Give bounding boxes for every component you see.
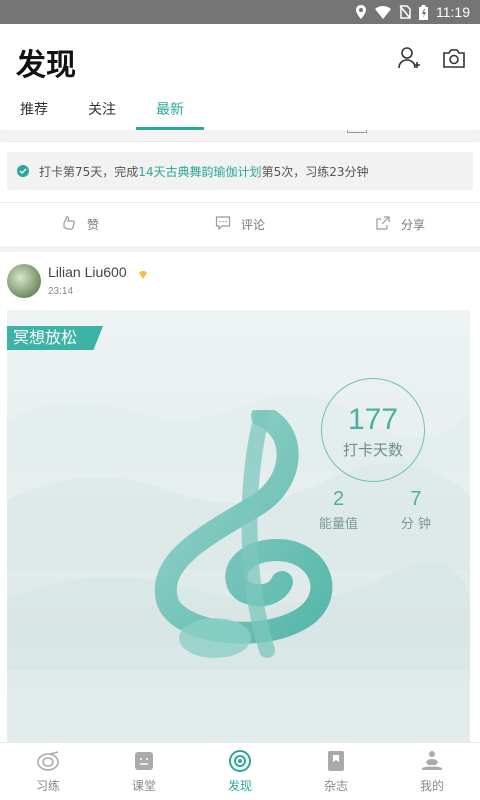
checkin-text-1: 打卡第75天，完成 [39, 164, 139, 179]
feed-post: Lilian Liu600 23:14 冥想放松 177 打卡天数 2 能量值 … [0, 252, 480, 742]
like-icon [61, 215, 77, 234]
energy-label: 能量值 [319, 517, 359, 532]
post-image[interactable]: 冥想放松 177 打卡天数 2 能量值 7 分 钟 [7, 310, 470, 742]
energy-stat: 2 能量值 [319, 488, 358, 532]
checkin-days-label: 打卡天数 [342, 441, 403, 459]
nav-profile-label: 我的 [419, 779, 444, 793]
nav-discover-label: 发现 [227, 779, 252, 793]
camera-icon[interactable] [440, 44, 468, 72]
vip-icon [138, 267, 148, 279]
share-button[interactable]: 分享 [320, 203, 480, 246]
nav-profile[interactable]: 我的 [384, 743, 480, 800]
add-friend-icon[interactable] [396, 44, 424, 72]
check-icon [17, 165, 29, 177]
post-actions: 赞 评论 分享 [0, 202, 480, 246]
checkin-plan-link[interactable]: 14天古典舞韵瑜伽计划 [138, 163, 261, 180]
like-label: 赞 [86, 218, 99, 232]
nav-practice-label: 习练 [35, 779, 60, 793]
practice-icon [36, 749, 60, 773]
tab-latest[interactable]: 最新 [136, 92, 204, 130]
nav-classroom[interactable]: 课堂 [96, 743, 192, 800]
comment-icon [215, 215, 231, 234]
minutes-stat: 7 分 钟 [401, 488, 431, 532]
share-label: 分享 [400, 218, 425, 232]
header: 发现 [0, 24, 480, 92]
tab-following[interactable]: 关注 [68, 92, 136, 130]
nav-magazine[interactable]: 杂志 [288, 743, 384, 800]
category-ribbon: 冥想放松 [7, 326, 104, 350]
minutes-label: 分 钟 [400, 517, 431, 532]
clock-time: 11:19 [436, 4, 470, 20]
energy-value: 2 [332, 488, 345, 510]
checkin-summary[interactable]: 打卡第75天，完成 14天古典舞韵瑜伽计划 第5次，习练23分钟 [7, 152, 473, 190]
avatar[interactable] [7, 264, 41, 298]
sub-stats: 2 能量值 7 分 钟 [319, 488, 431, 532]
comment-label: 评论 [240, 218, 265, 232]
location-icon [355, 5, 367, 19]
nav-magazine-label: 杂志 [323, 779, 348, 793]
checkin-post: 打卡第75天，完成 14天古典舞韵瑜伽计划 第5次，习练23分钟 赞 评论 分享 [0, 142, 480, 246]
comment-button[interactable]: 评论 [160, 203, 320, 246]
feed[interactable]: 打卡第75天，完成 14天古典舞韵瑜伽计划 第5次，习练23分钟 赞 评论 分享… [0, 130, 480, 742]
wifi-icon [375, 5, 391, 19]
profile-icon [420, 749, 444, 773]
nav-classroom-label: 课堂 [131, 779, 156, 793]
checkin-days-circle: 177 打卡天数 [321, 378, 425, 482]
minutes-value: 7 [410, 488, 422, 510]
checkin-days-value: 177 [347, 403, 399, 436]
username[interactable]: Lilian Liu600 [48, 264, 127, 280]
tab-recommend[interactable]: 推荐 [0, 92, 68, 130]
checkin-text-2: 第5次，习练23分钟 [261, 164, 369, 179]
magazine-icon [324, 749, 348, 773]
status-bar: 11:19 [0, 0, 480, 24]
classroom-icon [132, 749, 156, 773]
page-title: 发现 [16, 48, 76, 83]
no-sim-icon [399, 5, 411, 19]
share-icon [375, 215, 391, 234]
nav-discover[interactable]: 发现 [192, 743, 288, 800]
battery-icon [419, 4, 428, 20]
previous-card-bottom [7, 130, 471, 142]
treble-clef-icon [154, 410, 333, 658]
bottom-nav: 习练 课堂 发现 杂志 我的 [0, 742, 480, 800]
like-button[interactable]: 赞 [0, 203, 160, 246]
discover-icon [228, 749, 252, 773]
tab-bar: 推荐 关注 最新 [0, 92, 480, 130]
nav-practice[interactable]: 习练 [0, 743, 96, 800]
post-time: 23:14 [48, 286, 74, 297]
